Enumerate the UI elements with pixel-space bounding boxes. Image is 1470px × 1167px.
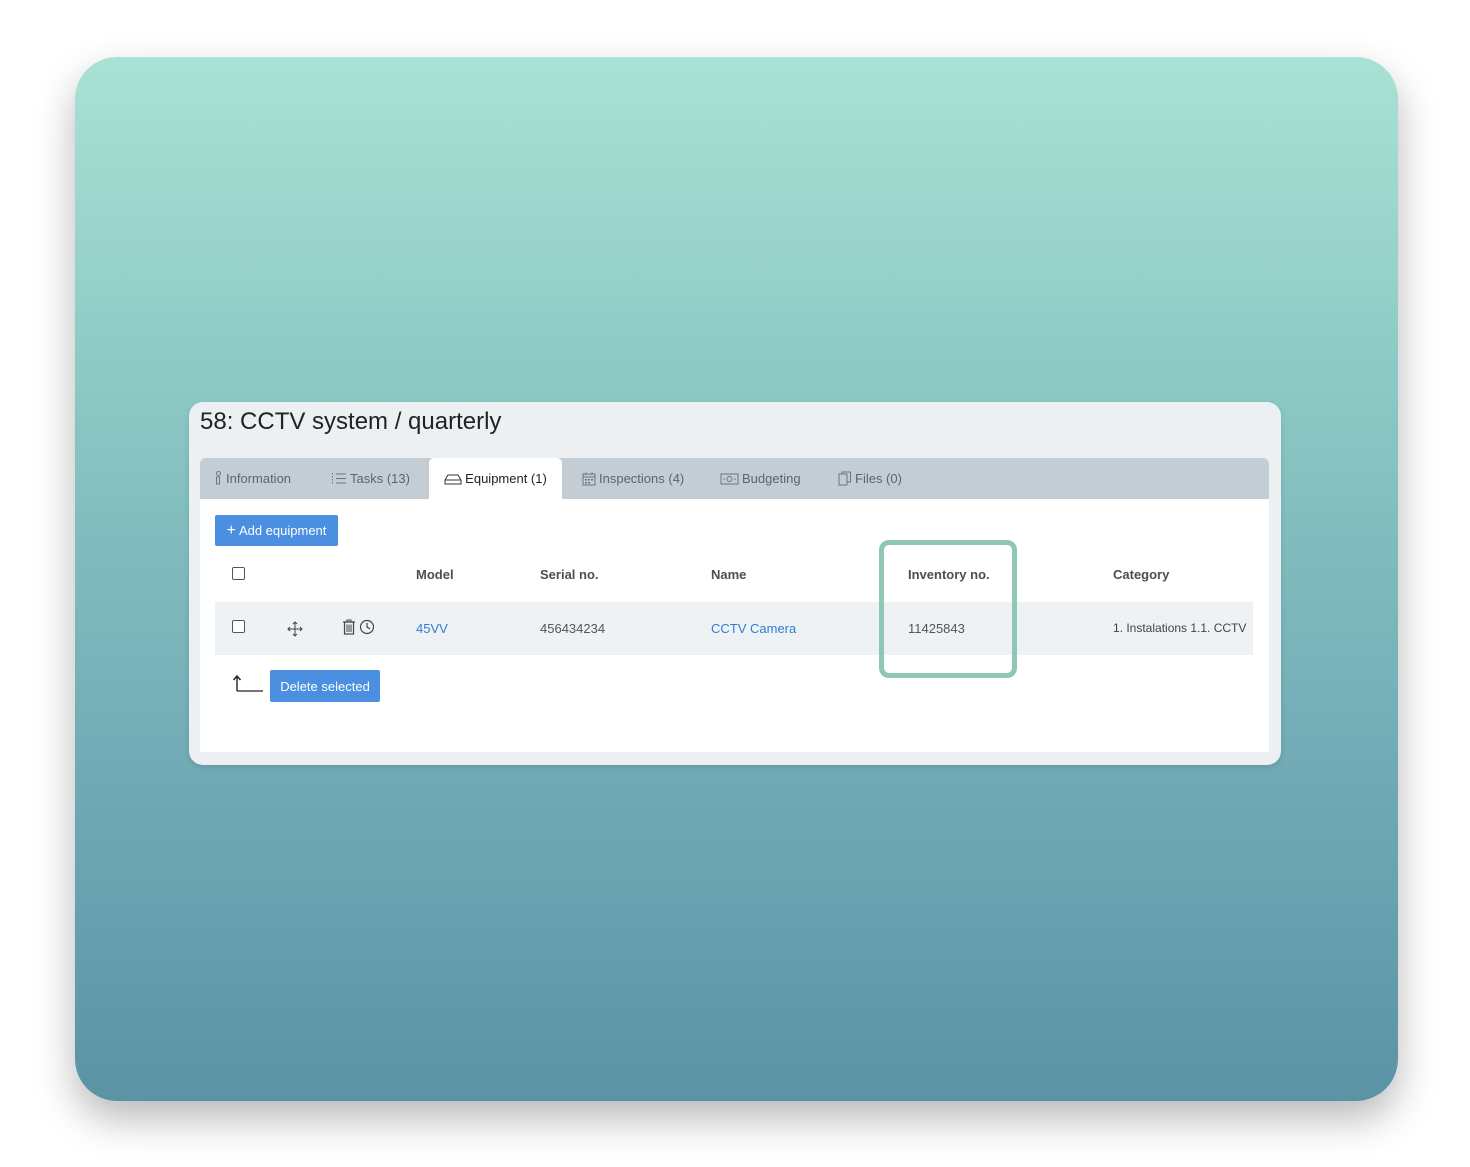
maintenance-window: 58: CCTV system / quarterly Information …	[189, 402, 1281, 765]
money-icon	[720, 473, 739, 484]
row-checkbox[interactable]	[232, 620, 245, 633]
cell-serial: 456434234	[540, 621, 606, 636]
column-header-name[interactable]: Name	[711, 567, 746, 582]
list-icon	[332, 473, 346, 484]
page-title: 58: CCTV system / quarterly	[200, 408, 502, 435]
tab-budgeting[interactable]: Budgeting	[720, 458, 801, 499]
delete-selected-button[interactable]: Delete selected	[270, 670, 380, 702]
select-arrow-icon	[232, 674, 263, 692]
plus-icon: +	[226, 521, 236, 539]
add-equipment-button[interactable]: + Add equipment	[215, 515, 338, 546]
tab-tasks[interactable]: Tasks (13)	[331, 458, 410, 499]
equipment-icon	[444, 474, 462, 484]
tab-label: Tasks (13)	[350, 471, 410, 486]
tab-label: Inspections (4)	[599, 471, 685, 486]
info-icon	[216, 471, 221, 485]
tab-inspections[interactable]: Inspections (4)	[582, 458, 684, 499]
tab-label: Files (0)	[855, 471, 902, 486]
tab-label: Budgeting	[742, 471, 801, 486]
column-header-category[interactable]: Category	[1113, 567, 1169, 582]
column-header-model[interactable]: Model	[416, 567, 454, 582]
equipment-panel: + Add equipment Model Serial no. Name In…	[200, 499, 1269, 752]
tab-label: Information	[226, 471, 292, 486]
move-icon[interactable]	[287, 621, 303, 637]
tab-information[interactable]: Information	[214, 458, 291, 499]
tab-bar: Information Tasks (13) Equipment (1) Ins…	[200, 458, 1269, 499]
select-all-checkbox[interactable]	[232, 567, 245, 580]
tab-label: Equipment (1)	[465, 471, 547, 486]
tab-equipment[interactable]: Equipment (1)	[429, 458, 562, 499]
files-icon	[838, 471, 851, 486]
delete-selected-label: Delete selected	[280, 678, 370, 694]
column-header-serial[interactable]: Serial no.	[540, 567, 599, 582]
tab-files[interactable]: Files (0)	[838, 458, 902, 499]
cell-model-link[interactable]: 45VV	[416, 621, 448, 636]
calendar-icon	[582, 472, 596, 485]
add-equipment-label: Add equipment	[238, 523, 327, 538]
trash-icon[interactable]	[342, 619, 356, 635]
cell-name-link[interactable]: CCTV Camera	[711, 621, 796, 636]
clock-icon[interactable]	[359, 619, 375, 635]
cell-category: 1. Instalations 1.1. CCTV	[1113, 621, 1247, 635]
inventory-column-highlight	[879, 540, 1017, 678]
